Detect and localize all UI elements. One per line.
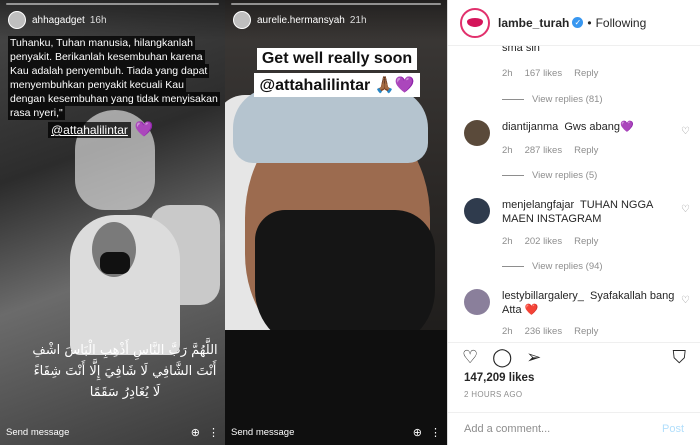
post-button[interactable]: Post: [662, 423, 684, 435]
reply-button[interactable]: Reply: [574, 68, 598, 79]
comment-text: Gws abang💜: [564, 121, 634, 133]
avatar[interactable]: [8, 11, 26, 29]
comment-time: 2h: [502, 326, 513, 337]
post-username[interactable]: lambe_turah: [498, 16, 569, 30]
face-mask: [255, 210, 435, 350]
view-replies-label: View replies (94): [532, 261, 603, 272]
add-user-icon[interactable]: ⊕: [191, 426, 200, 439]
like-comment-heart-icon[interactable]: ♡: [681, 295, 690, 306]
divider: [502, 266, 524, 267]
comment-likes[interactable]: 236 likes: [525, 326, 563, 337]
story-caption: Tuhanku, Tuhan manusia, hilangkanlah pen…: [8, 36, 220, 120]
avatar[interactable]: [233, 11, 251, 29]
comment-likes[interactable]: 167 likes: [525, 68, 563, 79]
story-header: ahhagadget 16h: [0, 0, 225, 40]
post-header: lambe_turah ✓ • Following: [448, 0, 700, 46]
avatar[interactable]: [464, 120, 490, 146]
reply-button[interactable]: Reply: [574, 326, 598, 337]
divider: [502, 99, 524, 100]
following-button[interactable]: Following: [596, 16, 647, 30]
separator-dot: •: [587, 15, 592, 30]
comment-username[interactable]: lestybillargalery_: [502, 290, 584, 302]
comment-body: diantijanma Gws abang💜: [502, 120, 680, 146]
story-sticker-text: Get well really soon @attahalilintar 🙏🏾💜: [247, 48, 427, 100]
story-progress-bar: [231, 3, 441, 5]
reply-button[interactable]: Reply: [574, 145, 598, 156]
comment-item: menjelangfajar TUHAN NGGA MAEN INSTAGRAM: [464, 198, 700, 226]
likes-count[interactable]: 147,209 likes: [464, 372, 534, 384]
more-options-icon[interactable]: ⋮: [430, 426, 441, 439]
divider: [502, 175, 524, 176]
comment-meta: 2h 202 likes Reply: [502, 236, 598, 247]
mention-tag[interactable]: @attahalilintar 🙏🏾💜: [254, 73, 420, 97]
story-ahhagadget[interactable]: ahhagadget 16h Tuhanku, Tuhan manusia, h…: [0, 0, 225, 445]
story-header: aurelie.hermansyah 21h: [225, 0, 447, 40]
face-mask: [100, 252, 130, 274]
caption-text: Tuhanku, Tuhan manusia, hilangkanlah pen…: [8, 36, 220, 120]
post-actions-bar: ♡ ◯ ➢ ⛉: [448, 342, 700, 370]
comment-username[interactable]: diantijanma: [502, 121, 558, 133]
post-panel: lambe_turah ✓ • Following sma sih 2h 167…: [448, 0, 700, 445]
comment-time: 2h: [502, 145, 513, 156]
send-message-input[interactable]: Send message: [6, 427, 183, 438]
story-time: 16h: [89, 14, 107, 26]
like-comment-heart-icon[interactable]: ♡: [681, 126, 690, 137]
comment-body: menjelangfajar TUHAN NGGA MAEN INSTAGRAM: [502, 198, 680, 226]
mention-tag[interactable]: @attahalilintar: [48, 122, 131, 138]
comment-item: diantijanma Gws abang💜: [464, 120, 700, 146]
comment-item: lestybillargalery_ Syafakallah bang Atta…: [464, 289, 700, 317]
post-date: 2 HOURS AGO: [464, 390, 523, 399]
save-bookmark-icon[interactable]: ⛉: [673, 348, 687, 366]
comment-body: lestybillargalery_ Syafakallah bang Atta…: [502, 289, 680, 317]
get-well-text: Get well really soon: [256, 48, 418, 70]
more-options-icon[interactable]: ⋮: [208, 426, 219, 439]
send-message-input[interactable]: Send message: [231, 427, 405, 438]
arabic-prayer-text: اللَّهُمَّ رَبَّ النَّاسِ أَذْهِبِ الْبَ…: [32, 343, 218, 400]
add-user-icon[interactable]: ⊕: [413, 426, 422, 439]
comment-likes[interactable]: 287 likes: [525, 145, 563, 156]
avatar[interactable]: [460, 7, 490, 38]
comment-time: 2h: [502, 236, 513, 247]
comment-username[interactable]: menjelangfajar: [502, 199, 574, 211]
view-replies-button[interactable]: View replies (94): [502, 261, 603, 272]
comment-input[interactable]: [464, 423, 662, 435]
story-username[interactable]: aurelie.hermansyah: [257, 15, 345, 26]
comment-meta: 2h 287 likes Reply: [502, 145, 598, 156]
story-aurelie[interactable]: aurelie.hermansyah 21h Get well really s…: [225, 0, 447, 445]
comment-meta: 2h 167 likes Reply: [502, 68, 598, 79]
like-heart-icon[interactable]: ♡: [462, 348, 478, 366]
stories-area: ahhagadget 16h Tuhanku, Tuhan manusia, h…: [0, 0, 447, 445]
avatar[interactable]: [464, 198, 490, 224]
avatar[interactable]: [464, 289, 490, 315]
story-username[interactable]: ahhagadget: [32, 15, 85, 26]
comments-list: sma sih 2h 167 likes Reply View replies …: [448, 46, 700, 342]
comment-partial-text: sma sih: [502, 46, 540, 54]
story-footer: Send message ⊕ ⋮: [0, 419, 225, 445]
comment-likes[interactable]: 202 likes: [525, 236, 563, 247]
story-mention: @attahalilintar 💜: [48, 121, 154, 138]
reply-button[interactable]: Reply: [574, 236, 598, 247]
lips-logo-icon: [467, 18, 483, 27]
comment-bubble-icon[interactable]: ◯: [492, 348, 512, 366]
comment-meta: 2h 236 likes Reply: [502, 326, 598, 337]
story-time: 21h: [349, 14, 367, 26]
comment-time: 2h: [502, 68, 513, 79]
add-comment-bar: Post: [448, 412, 700, 445]
view-replies-button[interactable]: View replies (81): [502, 94, 603, 105]
view-replies-label: View replies (5): [532, 170, 598, 181]
share-paper-plane-icon[interactable]: ➢: [526, 348, 541, 366]
story-progress-bar: [6, 3, 219, 5]
verified-badge-icon: ✓: [572, 17, 584, 28]
view-replies-button[interactable]: View replies (5): [502, 170, 597, 181]
like-comment-heart-icon[interactable]: ♡: [681, 204, 690, 215]
view-replies-label: View replies (81): [532, 94, 603, 105]
story-footer: Send message ⊕ ⋮: [225, 419, 447, 445]
purple-heart-icon: 💜: [134, 121, 154, 138]
